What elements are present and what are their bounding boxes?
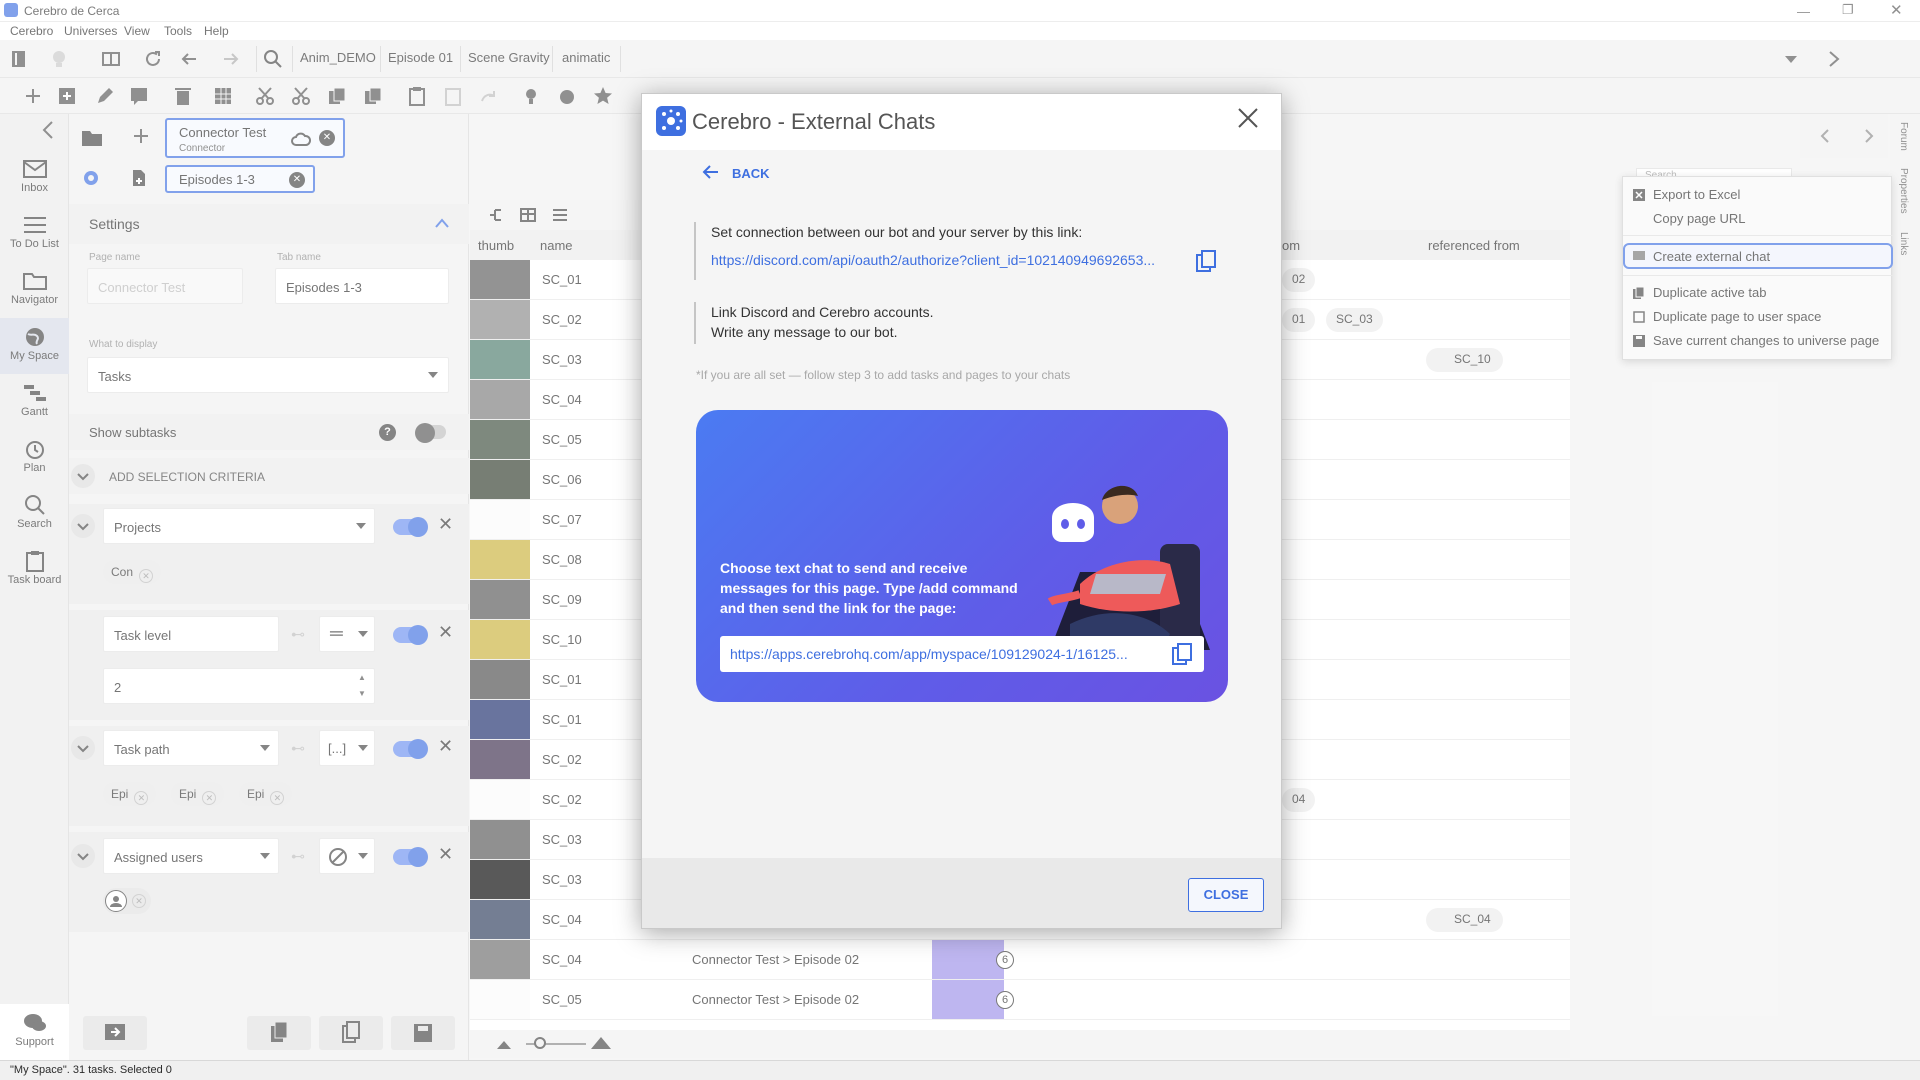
discord-auth-link[interactable]: https://discord.com/api/oauth2/authorize…: [711, 252, 1191, 268]
page-link[interactable]: https://apps.cerebrohq.com/app/myspace/1…: [730, 646, 1150, 662]
external-chats-dialog: Cerebro - External Chats BACK Set connec…: [641, 93, 1282, 929]
discord-character-illustration: [1047, 485, 1210, 654]
back-arrow-icon[interactable]: [702, 164, 720, 180]
step1-text: Set connection between our bot and your …: [711, 224, 1083, 240]
cerebro-logo-icon: [656, 106, 686, 136]
step-divider: [694, 302, 696, 344]
step2-line1: Link Discord and Cerebro accounts.: [711, 304, 934, 320]
step2-line2: Write any message to our bot.: [711, 324, 898, 340]
status-text: "My Space". 31 tasks. Selected 0: [10, 1064, 172, 1076]
status-bar: "My Space". 31 tasks. Selected 0: [0, 1060, 1920, 1080]
dialog-footer: CLOSE: [642, 858, 1281, 928]
back-button[interactable]: BACK: [732, 166, 770, 181]
close-button[interactable]: CLOSE: [1188, 878, 1264, 912]
hint-text: *If you are all set — follow step 3 to a…: [696, 368, 1071, 382]
copy-link-icon[interactable]: [1196, 250, 1216, 272]
card-text: Choose text chat to send and receive mes…: [720, 560, 1018, 616]
dialog-title: Cerebro - External Chats: [692, 109, 936, 134]
dialog-header: Cerebro - External Chats: [642, 94, 1281, 150]
page-link-field[interactable]: https://apps.cerebrohq.com/app/myspace/1…: [720, 636, 1204, 672]
close-dialog-icon[interactable]: [1236, 106, 1260, 130]
discord-instructions-card: Choose text chat to send and receive mes…: [696, 410, 1228, 702]
step-divider: [694, 222, 696, 280]
copy-link-icon[interactable]: [1172, 643, 1192, 665]
